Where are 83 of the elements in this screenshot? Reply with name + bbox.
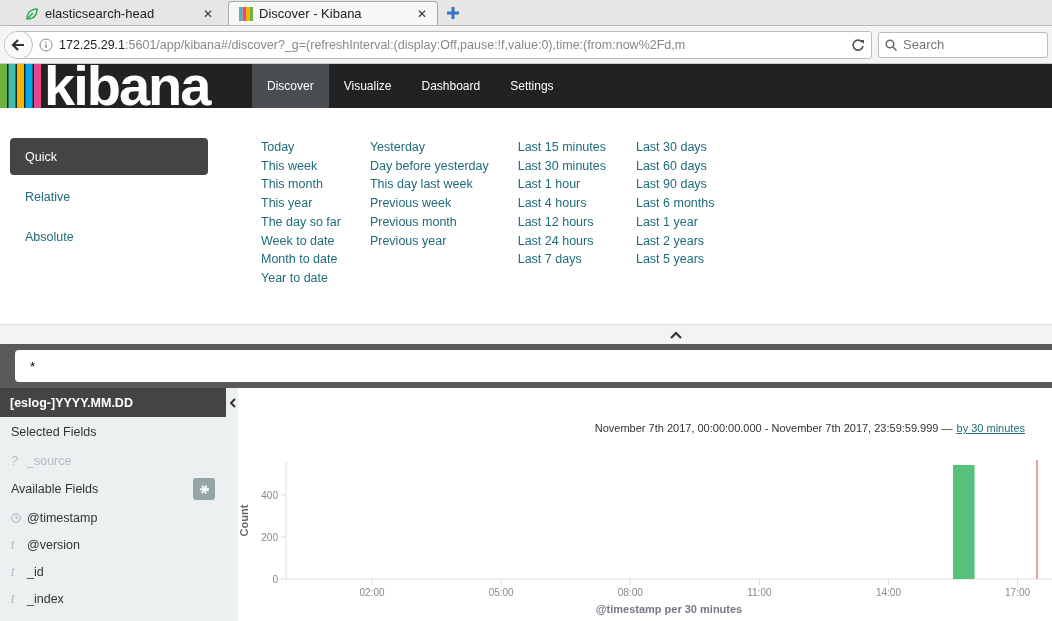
quick-range-link[interactable]: Last 1 hour: [517, 175, 606, 195]
quick-range-link[interactable]: Last 6 months: [635, 194, 715, 213]
time-mode-tab[interactable]: Absolute: [10, 218, 208, 255]
quick-range-link[interactable]: Last 15 minutes: [517, 138, 606, 157]
time-range-text: November 7th 2017, 00:00:00.000 - November 7th 2017, 23:59:59.999 —: [594, 422, 953, 434]
quick-range-link[interactable]: Last 12 hours: [517, 212, 606, 232]
time-mode-tab[interactable]: Quick: [10, 138, 208, 175]
section-title: Available Fields: [10, 481, 100, 498]
quick-range-link[interactable]: Last 2 years: [635, 231, 715, 251]
tab-title: elasticsearch-head: [45, 6, 156, 21]
logo-text: kibana: [44, 64, 210, 108]
quick-range-link[interactable]: Month to date: [261, 250, 341, 269]
quick-range-link[interactable]: Last 7 days: [517, 250, 606, 269]
time-mode-tab[interactable]: Relative: [10, 178, 208, 215]
quick-range-link[interactable]: Week to date: [261, 231, 341, 251]
field-name: @timestamp: [27, 510, 98, 525]
quick-range-link[interactable]: Day before yesterday: [369, 156, 489, 176]
tab-title: Discover - Kibana: [259, 6, 363, 21]
quick-range-link[interactable]: Last 30 minutes: [517, 156, 606, 176]
nav-tab[interactable]: Discover: [252, 64, 329, 108]
field-name: _index: [27, 591, 64, 606]
url-path: :5601/app/kibana#/discover?_g=(refreshInterval:(display:Off,pause:!f,value:0),time:(from:now%2Fd,m: [125, 37, 687, 52]
y-tick-label: 200: [261, 532, 278, 543]
quick-range-link[interactable]: Last 90 days: [635, 175, 715, 195]
x-tick-label: 02:00: [359, 587, 385, 598]
y-axis-label: Count: [238, 504, 250, 537]
chevron-left-icon[interactable]: [228, 397, 236, 408]
info-icon[interactable]: [39, 37, 53, 52]
field-name: _source: [27, 453, 72, 468]
nav-tab[interactable]: Dashboard: [406, 64, 496, 108]
color-bars-icon: [239, 6, 253, 21]
close-icon[interactable]: ✕: [417, 6, 427, 21]
logo-stripes-icon: [0, 64, 42, 108]
x-tick-label: 11:00: [747, 587, 772, 598]
quick-range-link[interactable]: This day last week: [369, 175, 489, 195]
y-tick-label: 0: [272, 574, 278, 585]
quick-range-link[interactable]: Last 24 hours: [517, 231, 606, 251]
quick-range-link[interactable]: Today: [261, 138, 341, 157]
index-pattern-title[interactable]: [eslog-]YYYY.MM.DD: [0, 388, 226, 417]
x-tick-label: 08:00: [617, 587, 643, 598]
field-item[interactable]: @timestamp: [0, 504, 238, 531]
field-name: @version: [27, 537, 80, 552]
y-tick-label: 400: [261, 490, 278, 501]
quick-range-link[interactable]: Previous week: [369, 194, 489, 213]
address-field[interactable]: 172.25.29.1:5601/app/kibana#/discover?_g=(refreshInterval:(display:Off,pause:!f,value:0),time:(from:now%2Fd,m: [4, 30, 872, 59]
search-field[interactable]: Search: [878, 31, 1048, 58]
back-button[interactable]: [5, 31, 33, 58]
settings-button[interactable]: [193, 478, 215, 500]
interval-link[interactable]: by 30 minutes: [956, 422, 1025, 434]
url-host: 172.25.29.1: [59, 37, 126, 52]
quick-range-link[interactable]: Previous month: [369, 212, 489, 232]
field-type-mark: ?: [11, 453, 19, 468]
x-tick-label: 17:00: [1005, 587, 1031, 598]
reload-icon[interactable]: [851, 37, 865, 52]
quick-range-link[interactable]: This week: [261, 156, 341, 176]
browser-tab[interactable]: Discover - Kibana ✕: [228, 1, 438, 25]
quick-range-link[interactable]: This month: [261, 175, 341, 195]
plus-icon[interactable]: [446, 6, 460, 20]
kibana-logo[interactable]: kibana: [0, 64, 252, 108]
field-name: _id: [27, 564, 44, 579]
quick-range-link[interactable]: Last 4 hours: [517, 194, 606, 213]
back-arrow-icon: [11, 38, 25, 51]
quick-range-link[interactable]: Previous year: [369, 231, 489, 251]
nav-tab[interactable]: Visualize: [328, 64, 407, 108]
quick-range-link[interactable]: This year: [261, 194, 341, 213]
x-tick-label: 14:00: [875, 587, 901, 598]
quick-range-link[interactable]: Last 1 year: [635, 212, 715, 232]
query-field[interactable]: *: [15, 350, 1052, 382]
leaf-icon: [25, 6, 39, 21]
nav-tab[interactable]: Settings: [495, 64, 569, 108]
quick-range-link[interactable]: Yesterday: [369, 138, 489, 157]
settings-icon: [198, 483, 210, 495]
quick-range-link[interactable]: Year to date: [261, 268, 341, 288]
clock-icon: [11, 512, 21, 523]
chevron-up-icon[interactable]: [670, 330, 682, 339]
x-tick-label: 05:00: [488, 587, 514, 598]
section-title: Selected Fields: [10, 424, 98, 441]
quick-range-link[interactable]: Last 30 days: [635, 138, 715, 157]
quick-range-link[interactable]: Last 5 years: [635, 250, 715, 269]
quick-range-link[interactable]: Last 60 days: [635, 156, 715, 176]
quick-range-link[interactable]: The day so far: [261, 212, 341, 232]
x-axis-label: @timestamp per 30 minutes: [595, 603, 743, 615]
close-icon[interactable]: ✕: [203, 6, 213, 21]
